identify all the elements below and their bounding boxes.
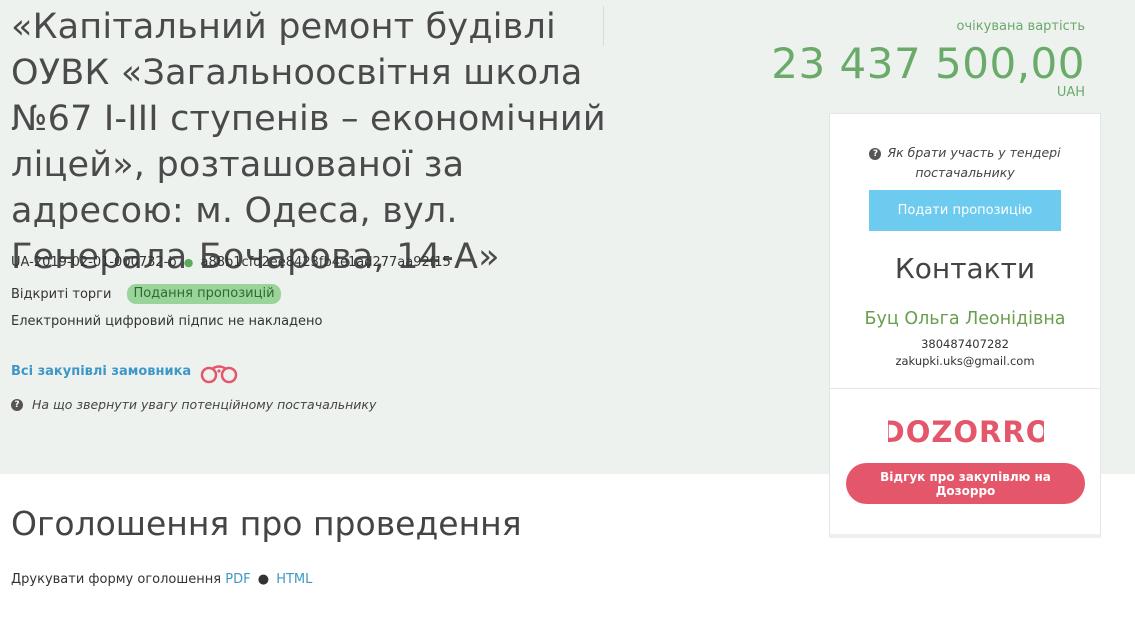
print-html-link[interactable]: HTML [276,572,312,587]
tender-title: «Капітальний ремонт будівлі ОУВК «Загаль… [11,7,606,277]
status-dot-icon: ● [183,256,194,269]
question-circle-icon: ? [11,398,23,411]
binoculars-icon[interactable] [197,361,241,385]
expected-value-label: очікувана вартість [956,19,1085,34]
how-to-participate-link[interactable]: ? Як брати участь у тендері постачальнику [850,143,1080,183]
procedure-type: Відкриті торги [11,286,112,302]
signature-note: Електронний цифровий підпис не накладено [11,314,323,329]
expected-value-currency: UAH [1056,85,1085,100]
contact-name: Буц Ольга Леонідівна [864,309,1066,329]
title-divider [603,6,604,46]
tender-sidebar-panel: ? Як брати участь у тендері постачальнику… [829,113,1101,538]
dozorro-logo-text: DOZORRO [888,415,1044,448]
tender-hash: a88b1cfd2ee8423fb4e1ad277aa92f15 [200,255,451,270]
submit-proposal-button[interactable]: Подати пропозицію [869,190,1061,231]
supplier-hint-text: На що звернути увагу потенційному постач… [32,397,377,412]
print-form-label: Друкувати форму оголошення [11,572,222,587]
panel-divider [830,388,1100,389]
status-badge: Подання пропозицій [127,284,281,304]
all-purchases-link[interactable]: Всі закупівлі замовника [11,364,191,379]
dozorro-logo: DOZORRO [888,415,1044,448]
how-to-participate-text: Як брати участь у тендері постачальнику [887,145,1061,180]
procedure-row: Відкриті торги Подання пропозицій [11,284,281,304]
bullet-separator: ● [257,572,270,587]
expected-value-amount: 23 437 500,00 [771,39,1085,88]
tender-id-row: UA-2019-02-01-000732-b ● a88b1cfd2ee8423… [11,255,451,270]
contacts-title: Контакти [894,252,1036,285]
contact-email: zakupki.uks@gmail.com [895,354,1035,368]
contact-phone: 380487407282 [921,337,1009,351]
dozorro-review-button[interactable]: Відгук про закупівлю на Дозорро [846,463,1085,504]
announcement-title: Оголошення про проведення [11,504,522,543]
print-pdf-link[interactable]: PDF [225,572,250,587]
tender-id: UA-2019-02-01-000732-b [11,255,177,270]
supplier-hint[interactable]: ? На що звернути увагу потенційному пост… [11,397,376,412]
print-form-row: Друкувати форму оголошення PDF ● HTML [11,572,312,587]
question-circle-icon: ? [869,148,882,160]
